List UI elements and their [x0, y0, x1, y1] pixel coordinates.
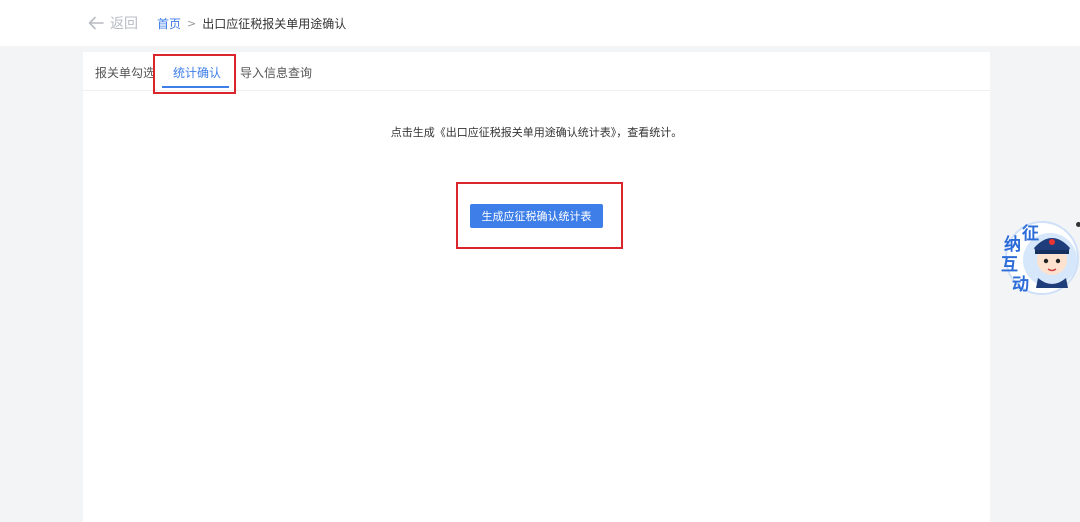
widget-char-zheng: 征	[1022, 224, 1039, 244]
tab-declaration-select[interactable]: 报关单勾选	[95, 64, 155, 81]
generate-statistics-button[interactable]: 生成应征税确认统计表	[470, 204, 603, 228]
breadcrumb-home-link[interactable]: 首页	[157, 15, 181, 32]
breadcrumb-current: 出口应征税报关单用途确认	[202, 16, 347, 31]
breadcrumb: 首页 > 出口应征税报关单用途确认	[157, 15, 346, 31]
arrow-left-icon	[88, 16, 104, 30]
main-panel: 报关单勾选 统计确认 导入信息查询 点击生成《出口应征税报关单用途确认统计表》，…	[83, 52, 990, 522]
instruction-text: 点击生成《出口应征税报关单用途确认统计表》，查看统计。	[390, 126, 683, 139]
widget-close-dot[interactable]	[1076, 222, 1080, 227]
widget-char-dong: 动	[1012, 275, 1029, 295]
back-button[interactable]: 返回	[88, 13, 138, 33]
tab-import-info-query[interactable]: 导入信息查询	[240, 64, 312, 81]
top-bar: 返回 首页 > 出口应征税报关单用途确认	[0, 0, 1080, 46]
breadcrumb-separator: >	[187, 16, 197, 30]
interaction-widget[interactable]: 征 纳 互 动	[998, 218, 1080, 296]
back-label: 返回	[110, 16, 138, 32]
tab-highlight-box	[153, 54, 236, 94]
